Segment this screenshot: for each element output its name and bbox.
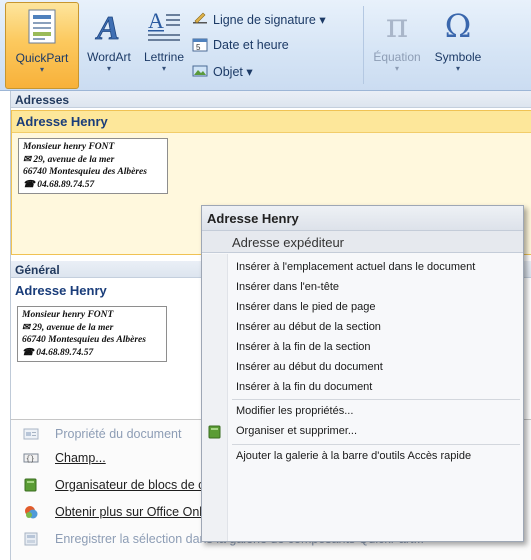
- pi-icon: π: [385, 6, 409, 46]
- chevron-down-icon: ▾: [394, 64, 399, 73]
- field-icon: {}: [23, 450, 39, 466]
- symbol-label: Symbole: [434, 50, 482, 64]
- object-label: Objet ▾: [213, 64, 253, 79]
- ribbon-separator: [363, 6, 364, 84]
- preview-line: 66740 Montesquieu des Albères: [23, 167, 147, 177]
- chevron-down-icon: ▾: [455, 64, 460, 73]
- svg-text:A: A: [148, 8, 164, 33]
- context-menu-subtitle: Adresse expéditeur: [202, 231, 523, 253]
- preview-line: Monsieur henry FONT: [23, 142, 115, 152]
- wordart-icon: A: [92, 2, 126, 50]
- ctx-add-to-quick-access[interactable]: Ajouter la galerie à la barre d'outils A…: [202, 447, 523, 467]
- svg-text:A: A: [95, 10, 120, 44]
- equation-label: Équation: [373, 50, 421, 64]
- menu-item-label: Champ...: [55, 451, 106, 465]
- lettrine-label: Lettrine: [143, 50, 185, 64]
- preview-line-phone: ☎ 04.68.89.74.57: [23, 179, 95, 190]
- preview-line: 66740 Montesquieu des Albères: [22, 335, 146, 345]
- ctx-insert-header[interactable]: Insérer dans l'en-tête: [202, 278, 523, 298]
- dropcap-icon: A: [147, 2, 181, 50]
- building-blocks-icon: [23, 477, 39, 493]
- date-time-button[interactable]: 5 Date et heure: [192, 35, 289, 55]
- envelope-icon: ✉: [22, 322, 30, 333]
- menu-separator: [232, 399, 520, 400]
- menu-item-label: Propriété du document: [55, 427, 182, 441]
- quickpart-label: QuickPart: [15, 51, 69, 65]
- preview-line: Monsieur henry FONT: [22, 310, 114, 320]
- phone-icon: ☎: [23, 179, 35, 190]
- ctx-insert-current[interactable]: Insérer à l'emplacement actuel dans le d…: [202, 258, 523, 278]
- lettrine-button[interactable]: A Lettrine ▾: [138, 2, 190, 89]
- calendar-icon: 5: [192, 38, 208, 52]
- ctx-insert-document-end[interactable]: Insérer à la fin du document: [202, 378, 523, 398]
- equation-button[interactable]: π Équation ▾: [368, 2, 426, 89]
- chevron-down-icon: ▾: [106, 64, 111, 73]
- symbol-button[interactable]: Ω Symbole ▾: [428, 2, 488, 89]
- entry-title: Adresse Henry: [12, 111, 531, 133]
- signature-line-button[interactable]: Ligne de signature ▾: [192, 9, 326, 29]
- preview-line-address: ✉ 29, avenue de la mer: [23, 154, 115, 165]
- menu-separator: [232, 444, 520, 445]
- preview-line-phone: ☎ 04.68.89.74.57: [22, 347, 94, 358]
- entry-preview: Monsieur henry FONT ✉ 29, avenue de la m…: [18, 138, 168, 194]
- object-icon: [192, 64, 208, 78]
- svg-text:{}: {}: [26, 456, 34, 464]
- preview-line-address: ✉ 29, avenue de la mer: [22, 322, 114, 333]
- wordart-label: WordArt: [87, 50, 131, 64]
- section-header-adresses: Adresses: [11, 91, 531, 108]
- ctx-organize-delete[interactable]: Organiser et supprimer...: [202, 422, 523, 442]
- ribbon: QuickPart ▾ A WordArt ▾ A Lettrine ▾ Lig…: [0, 0, 531, 91]
- ctx-insert-section-end[interactable]: Insérer à la fin de la section: [202, 338, 523, 358]
- quickpart-button[interactable]: QuickPart ▾: [5, 2, 79, 89]
- context-menu-title: Adresse Henry: [202, 206, 523, 231]
- svg-text:5: 5: [196, 43, 201, 52]
- chevron-down-icon: ▾: [161, 64, 166, 73]
- ctx-edit-properties[interactable]: Modifier les propriétés...: [202, 402, 523, 422]
- document-property-icon: [23, 426, 39, 442]
- ctx-insert-footer[interactable]: Insérer dans le pied de page: [202, 298, 523, 318]
- ctx-insert-section-start[interactable]: Insérer au début de la section: [202, 318, 523, 338]
- object-button[interactable]: Objet ▾: [192, 61, 253, 81]
- context-menu: Adresse Henry Adresse expéditeur Insérer…: [201, 205, 524, 542]
- omega-icon: Ω: [444, 7, 472, 45]
- wordart-button[interactable]: A WordArt ▾: [80, 2, 138, 89]
- envelope-icon: ✉: [23, 154, 31, 165]
- quickpart-icon: [27, 3, 57, 51]
- office-online-icon: [23, 504, 39, 520]
- phone-icon: ☎: [22, 347, 34, 358]
- entry-preview: Monsieur henry FONT ✉ 29, avenue de la m…: [17, 306, 167, 362]
- date-time-label: Date et heure: [213, 38, 289, 52]
- signature-icon: [192, 12, 208, 26]
- save-selection-icon: [23, 531, 39, 547]
- chevron-down-icon: ▾: [39, 65, 44, 74]
- ctx-insert-document-start[interactable]: Insérer au début du document: [202, 358, 523, 378]
- signature-line-label: Ligne de signature ▾: [213, 12, 326, 27]
